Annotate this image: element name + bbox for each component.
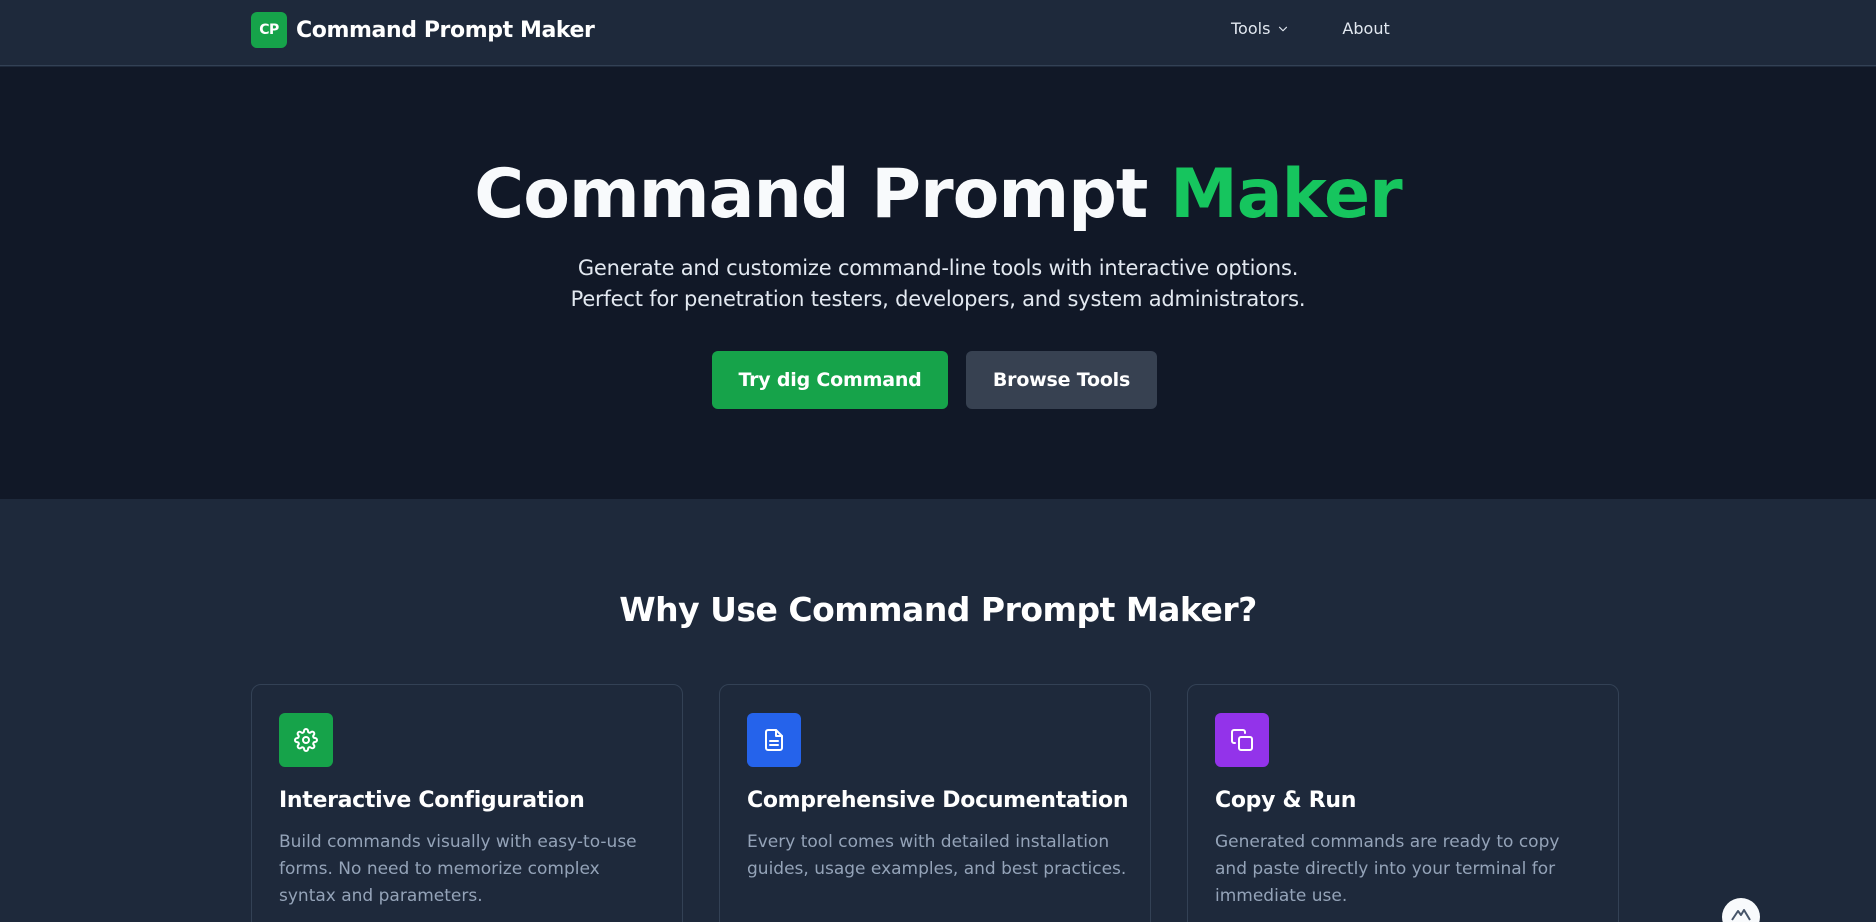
- tools-label: Tools: [1231, 19, 1271, 38]
- floating-widget-button[interactable]: [1722, 898, 1760, 922]
- feature-card-interactive-configuration: Interactive Configuration Build commands…: [251, 684, 683, 922]
- hero-section: Command Prompt Maker Generate and custom…: [0, 67, 1876, 499]
- logo-badge: CP: [251, 12, 287, 48]
- feature-card-description: Every tool comes with detailed installat…: [747, 832, 1127, 879]
- features-title: Why Use Command Prompt Maker?: [619, 590, 1257, 629]
- brand-name: Command Prompt Maker: [296, 17, 595, 43]
- feature-card-copy-and-run: Copy & Run Generated commands are ready …: [1187, 684, 1619, 922]
- hero-title-main: Command Prompt: [474, 155, 1171, 234]
- hero-subtitle: Generate and customize command-line tool…: [0, 253, 1876, 315]
- feature-card-title: Interactive Configuration: [279, 788, 585, 813]
- mountain-logo-icon: [1731, 909, 1751, 921]
- feature-card-comprehensive-documentation: Comprehensive Documentation Every tool c…: [719, 684, 1151, 922]
- hero-subtitle-line-1: Generate and customize command-line tool…: [577, 256, 1299, 280]
- hero-subtitle-line-2: Perfect for penetration testers, develop…: [570, 287, 1306, 311]
- feature-card-description: Generated commands are ready to copy and…: [1215, 832, 1560, 906]
- browse-tools-button[interactable]: Browse Tools: [966, 351, 1157, 409]
- copy-icon: [1215, 713, 1269, 767]
- hero-title-accent: Maker: [1170, 155, 1403, 234]
- document-icon: [747, 713, 801, 767]
- tools-dropdown[interactable]: Tools: [1231, 19, 1290, 38]
- top-navbar: CP Command Prompt Maker Tools About: [0, 0, 1876, 66]
- feature-card-description: Build commands visually with easy-to-use…: [279, 832, 637, 906]
- nav-links: Tools About: [1231, 19, 1390, 38]
- gear-icon: [279, 713, 333, 767]
- hero-title: Command Prompt Maker: [0, 155, 1876, 234]
- hero-buttons: Try dig Command Browse Tools: [712, 351, 1157, 409]
- feature-card-title: Copy & Run: [1215, 788, 1357, 813]
- chevron-down-icon: [1279, 26, 1288, 31]
- about-link[interactable]: About: [1342, 19, 1389, 38]
- try-dig-command-button[interactable]: Try dig Command: [712, 351, 948, 409]
- feature-card-title: Comprehensive Documentation: [747, 788, 1129, 813]
- brand-link[interactable]: CP Command Prompt Maker: [251, 12, 595, 48]
